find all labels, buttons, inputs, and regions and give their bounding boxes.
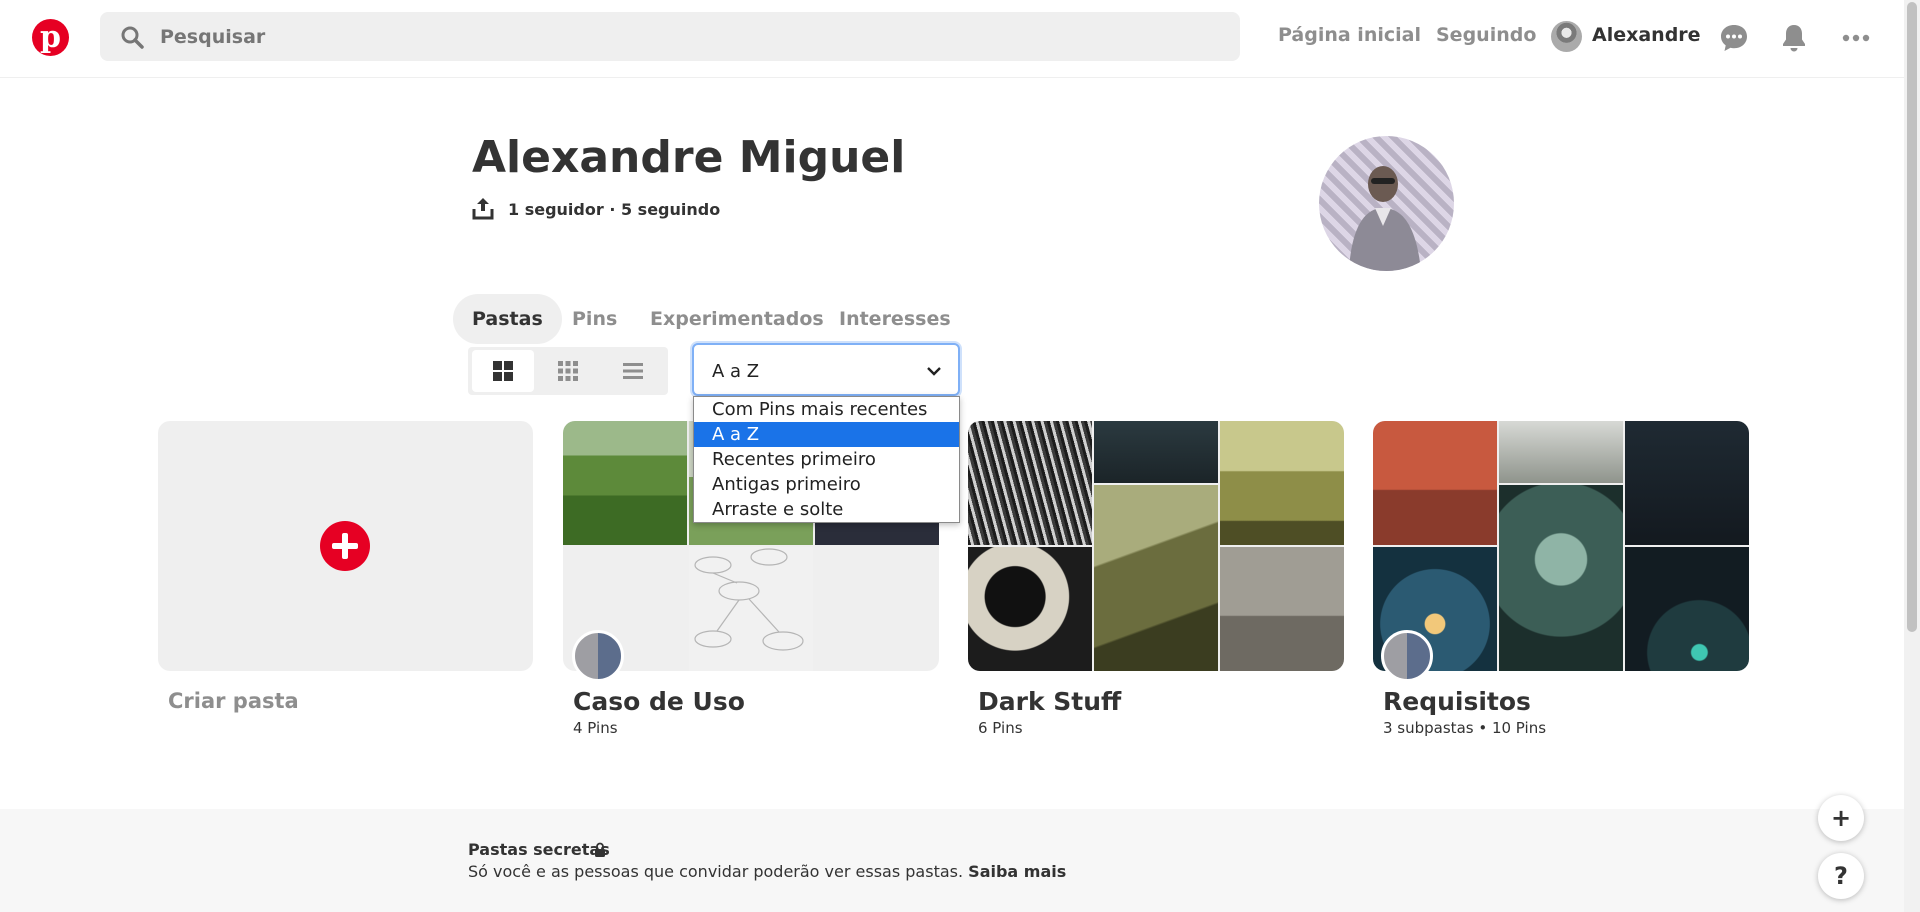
board-requisitos[interactable] (1373, 421, 1749, 671)
board-collaborators-avatar (1381, 630, 1433, 682)
profile-name: Alexandre Miguel (472, 132, 906, 183)
chevron-down-icon (927, 367, 941, 376)
secret-boards-description: Só você e as pessoas que convidar poderã… (468, 862, 1066, 881)
sort-options-dropdown: Com Pins mais recentes A a Z Recentes pr… (693, 396, 960, 523)
pinterest-profile-page: p Página inicial Seguindo Alexandre Alex… (0, 0, 1920, 912)
user-avatar[interactable] (1551, 21, 1582, 52)
sort-option-newest-first[interactable]: Recentes primeiro (694, 447, 959, 472)
secret-boards-section (0, 809, 1904, 912)
board-pin-count: 3 subpastas • 10 Pins (1383, 719, 1547, 737)
board-cover-image (563, 421, 687, 545)
help-button[interactable]: ? (1818, 853, 1864, 899)
share-icon[interactable] (472, 196, 494, 220)
board-image (1220, 421, 1344, 545)
view-mode-toggle (468, 347, 668, 395)
list-icon (623, 363, 643, 379)
sort-option-oldest-first[interactable]: Antigas primeiro (694, 472, 959, 497)
secret-boards-title: Pastas secretas (468, 840, 610, 859)
create-board-label[interactable]: Criar pasta (168, 689, 299, 713)
profile-person-image (1349, 166, 1421, 271)
follow-stats[interactable]: 1 seguidor · 5 seguindo (508, 200, 720, 219)
tab-experimentados[interactable]: Experimentados (631, 294, 843, 344)
sort-select[interactable]: A a Z (692, 343, 960, 396)
board-image (1220, 547, 1344, 671)
secret-boards-text: Só você e as pessoas que convidar poderã… (468, 862, 964, 881)
nav-user-name[interactable]: Alexandre (1592, 24, 1701, 46)
sort-option-recent-pins[interactable]: Com Pins mais recentes (694, 397, 959, 422)
sort-option-drag-drop[interactable]: Arraste e solte (694, 497, 959, 522)
tab-pastas[interactable]: Pastas (453, 294, 562, 344)
notifications-bell-icon[interactable] (1778, 22, 1810, 54)
board-image (1625, 421, 1749, 545)
nav-following-link[interactable]: Seguindo (1436, 24, 1536, 46)
top-header: p Página inicial Seguindo Alexandre (0, 0, 1904, 78)
add-pin-button[interactable]: + (1818, 795, 1864, 841)
search-input[interactable] (160, 12, 1220, 61)
board-diagram-image (689, 547, 813, 671)
lock-icon (595, 842, 605, 857)
board-pin-count: 6 Pins (978, 719, 1023, 737)
nav-home-link[interactable]: Página inicial (1278, 24, 1421, 46)
board-collaborators-avatar (572, 630, 624, 682)
scrollbar-thumb[interactable] (1907, 2, 1917, 632)
board-image (1499, 485, 1623, 671)
create-board-tile[interactable] (158, 421, 533, 671)
board-title[interactable]: Dark Stuff (978, 687, 1121, 716)
board-dark-stuff[interactable] (968, 421, 1344, 671)
board-title[interactable]: Caso de Uso (573, 687, 745, 716)
board-image (1094, 485, 1218, 671)
learn-more-link[interactable]: Saiba mais (968, 862, 1066, 881)
profile-photo[interactable] (1319, 136, 1454, 271)
board-title[interactable]: Requisitos (1383, 687, 1531, 716)
search-icon (121, 26, 144, 49)
board-pin-count: 4 Pins (573, 719, 618, 737)
messages-icon[interactable] (1718, 22, 1750, 54)
sort-selected-value: A a Z (712, 361, 760, 382)
more-options-icon[interactable] (1840, 22, 1872, 54)
board-cover-image (968, 421, 1092, 545)
view-list-button[interactable] (602, 350, 664, 392)
large-grid-icon (493, 361, 513, 381)
search-bar[interactable] (100, 12, 1240, 61)
board-cover-image (1373, 421, 1497, 545)
tab-pins[interactable]: Pins (553, 294, 636, 344)
view-small-grid-button[interactable] (537, 350, 599, 392)
board-image (1499, 421, 1623, 483)
view-large-grid-button[interactable] (472, 350, 534, 392)
tab-interesses[interactable]: Interesses (820, 294, 970, 344)
board-image (968, 547, 1092, 671)
page-scrollbar[interactable] (1904, 0, 1920, 912)
pinterest-logo-icon[interactable]: p (32, 19, 69, 56)
sort-option-a-to-z[interactable]: A a Z (694, 422, 959, 447)
add-board-icon (320, 521, 370, 571)
small-grid-icon (558, 361, 578, 381)
board-image (1094, 421, 1218, 483)
board-image (1625, 547, 1749, 671)
